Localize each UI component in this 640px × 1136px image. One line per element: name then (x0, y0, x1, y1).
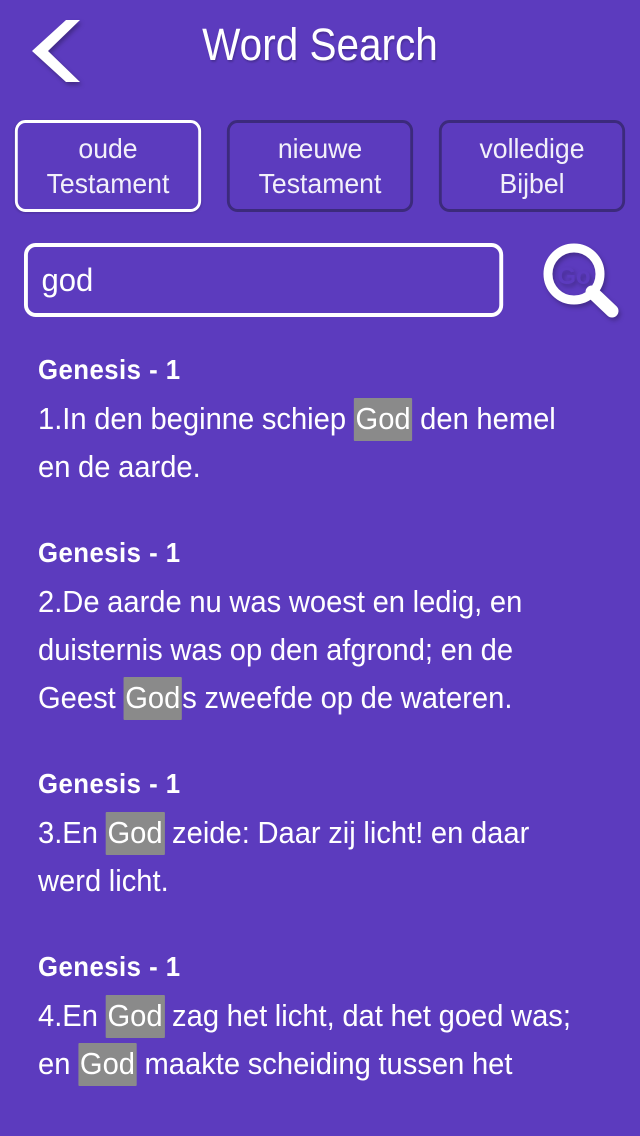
search-term-highlight: God (105, 812, 165, 855)
search-input[interactable] (24, 243, 504, 317)
verse-text-fragment: maakte scheiding tussen het (136, 1046, 513, 1081)
result-verse-text: 1.In den beginne schiep God den hemel en… (38, 395, 576, 491)
word-search-screen: Word Search oude Testament nieuwe Testam… (0, 0, 640, 1136)
search-result-item[interactable]: Genesis - 1 2.De aarde nu was woest en le… (0, 535, 640, 722)
search-row: Go (0, 241, 640, 321)
tab-oude-testament-line1: oude (78, 133, 138, 164)
tab-nieuwe-testament-line1: nieuwe (277, 133, 363, 164)
tab-volledige-bijbel-line2: Bijbel (499, 168, 565, 199)
verse-text-fragment: 1.In den beginne schiep (38, 401, 354, 436)
page-title: Word Search (202, 19, 438, 70)
testament-tabs: oude Testament nieuwe Testament volledig… (0, 120, 640, 216)
verse-text-fragment: 3.En (38, 815, 106, 850)
result-reference: Genesis - 1 (38, 768, 181, 799)
tab-nieuwe-testament[interactable]: nieuwe Testament (226, 120, 414, 212)
search-result-item[interactable]: Genesis - 1 3.En God zeide: Daar zij lich… (0, 766, 640, 905)
result-reference: Genesis - 1 (38, 951, 181, 982)
verse-text-fragment: s zweefde op de wateren. (182, 680, 513, 715)
search-term-highlight: God (123, 677, 183, 720)
search-go-icon: Go (536, 241, 626, 321)
search-go-label: Go (557, 263, 590, 290)
app-header: Word Search (0, 0, 640, 110)
result-reference: Genesis - 1 (38, 537, 181, 568)
tab-oude-testament[interactable]: oude Testament (14, 120, 202, 212)
search-results-list[interactable]: Genesis - 1 1.In den beginne schiep God d… (0, 352, 640, 1136)
search-term-highlight: God (78, 1043, 137, 1086)
verse-text-fragment: 4.En (38, 998, 106, 1033)
search-result-item[interactable]: Genesis - 1 4.En God zag het licht, dat h… (0, 949, 640, 1088)
result-verse-text: 3.En God zeide: Daar zij licht! en daar … (38, 809, 576, 905)
tab-oude-testament-line2: Testament (46, 168, 170, 199)
tab-volledige-bijbel[interactable]: volledige Bijbel (438, 120, 626, 212)
result-reference: Genesis - 1 (38, 354, 181, 385)
tab-volledige-bijbel-line1: volledige (479, 133, 585, 164)
search-result-item[interactable]: Genesis - 1 1.In den beginne schiep God d… (0, 352, 640, 491)
search-term-highlight: God (353, 398, 413, 441)
result-verse-text: 2.De aarde nu was woest en ledig, en dui… (38, 578, 576, 722)
result-verse-text: 4.En God zag het licht, dat het goed was… (38, 992, 576, 1088)
search-term-highlight: God (105, 995, 165, 1038)
tab-nieuwe-testament-line2: Testament (258, 168, 382, 199)
search-go-button[interactable]: Go (536, 241, 626, 321)
